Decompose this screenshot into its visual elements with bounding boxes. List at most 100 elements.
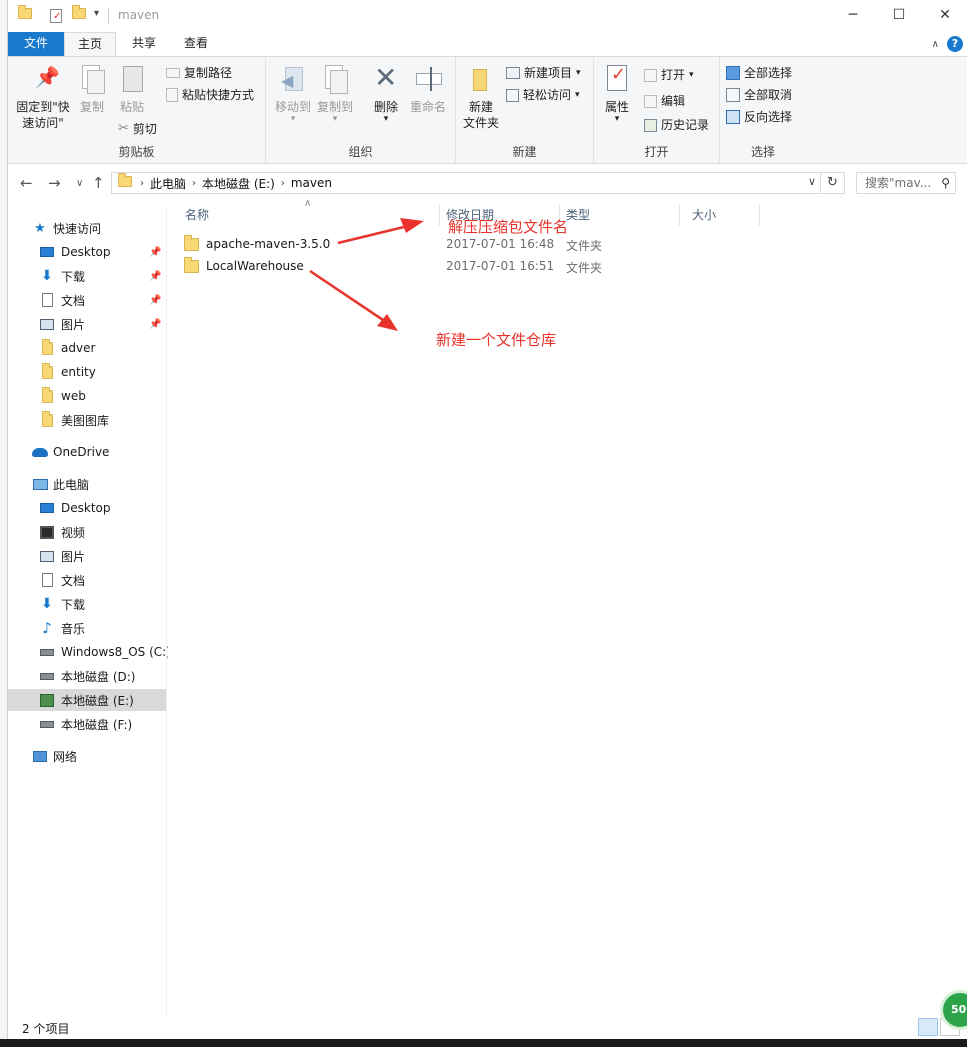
refresh-button[interactable]: ↻	[821, 172, 845, 194]
nav-quick-access[interactable]: ★ 快速访问	[8, 217, 166, 239]
title-bar: ✓ ▾ maven ─ ☐ ✕	[8, 0, 967, 32]
nav-quick-meitu[interactable]: 美图图库	[8, 409, 166, 431]
invert-selection-icon	[726, 110, 740, 124]
select-all-button[interactable]: 全部选择	[726, 63, 792, 83]
back-arrow-icon[interactable]: ←	[20, 174, 33, 192]
customize-qat-icon[interactable]: ▾	[94, 8, 99, 19]
copy-path-button[interactable]: 复制路径	[166, 63, 232, 83]
breadcrumb-this-pc[interactable]: 此电脑	[150, 175, 186, 192]
nav-drive-d[interactable]: 本地磁盘 (D:)	[8, 665, 166, 687]
paste-shortcut-button[interactable]: 粘贴快捷方式	[166, 85, 254, 105]
nav-quick-documents[interactable]: 文档 📌	[8, 289, 166, 311]
breadcrumb-drive-e[interactable]: 本地磁盘 (E:)	[202, 175, 275, 192]
organize-label: 组织	[348, 145, 373, 159]
folder-icon	[39, 362, 55, 380]
search-icon: ⚲	[941, 176, 950, 190]
nav-this-pc[interactable]: 此电脑	[8, 473, 166, 495]
nav-quick-entity[interactable]: entity	[8, 361, 166, 383]
move-to-button[interactable]: ◀ 移动到 ▾	[274, 63, 312, 124]
nav-pc-desktop[interactable]: Desktop	[8, 497, 166, 519]
pin-icon: 📌	[35, 65, 60, 89]
nav-drive-e[interactable]: 本地磁盘 (E:)	[8, 689, 166, 711]
arrow-to-unzip-note	[337, 218, 424, 245]
help-icon[interactable]: ?	[947, 36, 963, 52]
easy-access-button[interactable]: 轻松访问 ▾	[506, 85, 580, 105]
nav-onedrive[interactable]: OneDrive	[8, 441, 166, 463]
open-button[interactable]: 打开 ▾	[644, 65, 694, 85]
select-none-button[interactable]: 全部取消	[726, 85, 792, 105]
nav-pc-documents[interactable]: 文档	[8, 569, 166, 591]
nav-quick-desktop[interactable]: Desktop 📌	[8, 241, 166, 263]
history-button[interactable]: 历史记录	[644, 115, 709, 135]
folder-icon	[39, 338, 55, 356]
open-icon	[644, 68, 657, 82]
properties-check-icon: ✓	[601, 63, 633, 95]
address-bar[interactable]: › 此电脑 › 本地磁盘 (E:) › maven ∨	[111, 172, 821, 194]
delete-button[interactable]: ✕ 删除 ▾	[368, 63, 404, 124]
clipboard-group: 📌 固定到"快 速访问" 复制 粘贴 复制路径 粘贴快捷方式 ✂ 剪切 剪贴板	[8, 57, 266, 163]
pin-quick-access-button[interactable]: 📌 固定到"快 速访问"	[14, 63, 72, 131]
nav-pc-music[interactable]: ♪ 音乐	[8, 617, 166, 639]
new-folder-button[interactable]: 新建 文件夹	[460, 63, 502, 131]
copy-button[interactable]: 复制	[74, 63, 110, 115]
select-group: 全部选择 全部取消 反向选择 选择	[720, 57, 806, 163]
open-label: 打开	[644, 145, 669, 159]
scissors-icon: ✂	[118, 121, 129, 136]
nav-pc-downloads[interactable]: ⬇ 下载	[8, 593, 166, 615]
tab-home[interactable]: 主页	[64, 32, 116, 56]
folder-icon	[39, 386, 55, 404]
collapse-ribbon-icon[interactable]: ∧	[932, 39, 939, 50]
file-list: ∧ 名称 修改日期 类型 大小 apache-maven-3.5.0 2017-…	[168, 198, 967, 1015]
rename-button[interactable]: 重命名	[406, 63, 450, 115]
document-icon	[39, 572, 55, 588]
open-group: ✓ 属性 ▾ 打开 ▾ 编辑 历史记录 打开	[594, 57, 720, 163]
properties-button[interactable]: ✓ 属性 ▾	[600, 63, 634, 124]
copy-path-icon	[166, 68, 180, 78]
search-input[interactable]: 搜索"mav... ⚲	[856, 172, 956, 194]
nav-quick-downloads[interactable]: ⬇ 下载 📌	[8, 265, 166, 287]
nav-pc-pictures[interactable]: 图片	[8, 545, 166, 567]
address-dropdown-icon[interactable]: ∨	[808, 175, 816, 188]
new-folder-quick-icon[interactable]	[72, 5, 88, 24]
drive-e-icon	[39, 692, 55, 708]
arrow-to-new-repo-note	[309, 269, 398, 331]
video-icon	[39, 524, 55, 540]
tab-file[interactable]: 文件	[8, 32, 64, 56]
drive-icon	[39, 668, 55, 684]
desktop-icon	[39, 500, 55, 516]
nav-quick-web[interactable]: web	[8, 385, 166, 407]
maximize-button[interactable]: ☐	[876, 0, 922, 30]
pin-icon: 📌	[149, 246, 162, 258]
new-item-button[interactable]: 新建项目 ▾	[506, 63, 581, 83]
edit-button[interactable]: 编辑	[644, 91, 685, 111]
forward-arrow-icon[interactable]: →	[48, 174, 61, 192]
properties-quick-icon[interactable]: ✓	[50, 9, 62, 23]
organize-group: ◀ 移动到 ▾ 复制到 ▾ ✕ 删除 ▾ 重命名 组织	[266, 57, 456, 163]
select-none-icon	[726, 88, 740, 102]
cut-button[interactable]: ✂ 剪切	[118, 119, 157, 139]
details-view-button[interactable]	[918, 1018, 938, 1036]
nav-drive-c[interactable]: Windows8_OS (C:)	[8, 641, 171, 663]
close-button[interactable]: ✕	[922, 0, 967, 30]
nav-drive-f[interactable]: 本地磁盘 (F:)	[8, 713, 166, 735]
tab-view[interactable]: 查看	[172, 32, 220, 56]
nav-pc-videos[interactable]: 视频	[8, 521, 166, 543]
nav-quick-adver[interactable]: adver	[8, 337, 166, 359]
navigation-pane: ★ 快速访问 Desktop 📌 ⬇ 下载 📌 文档 📌 图片 📌 adver	[8, 206, 171, 1016]
pictures-icon	[39, 316, 55, 332]
copy-to-button[interactable]: 复制到 ▾	[316, 63, 354, 124]
paste-button[interactable]: 粘贴	[114, 63, 150, 115]
invert-selection-button[interactable]: 反向选择	[726, 107, 792, 127]
nav-quick-pictures[interactable]: 图片 📌	[8, 313, 166, 335]
download-arrow-icon: ⬇	[41, 596, 53, 612]
breadcrumb-maven[interactable]: maven	[291, 176, 332, 190]
recent-locations-chevron-icon[interactable]: ∨	[76, 178, 83, 189]
annotation-new-repo: 新建一个文件仓库	[436, 331, 557, 349]
minimize-button[interactable]: ─	[830, 0, 876, 30]
tab-share[interactable]: 共享	[120, 32, 168, 56]
easy-access-icon	[506, 88, 519, 102]
document-icon	[39, 292, 55, 308]
up-arrow-icon[interactable]: ↑	[92, 174, 105, 192]
refresh-icon: ↻	[827, 175, 838, 190]
nav-network[interactable]: 网络	[8, 745, 166, 767]
